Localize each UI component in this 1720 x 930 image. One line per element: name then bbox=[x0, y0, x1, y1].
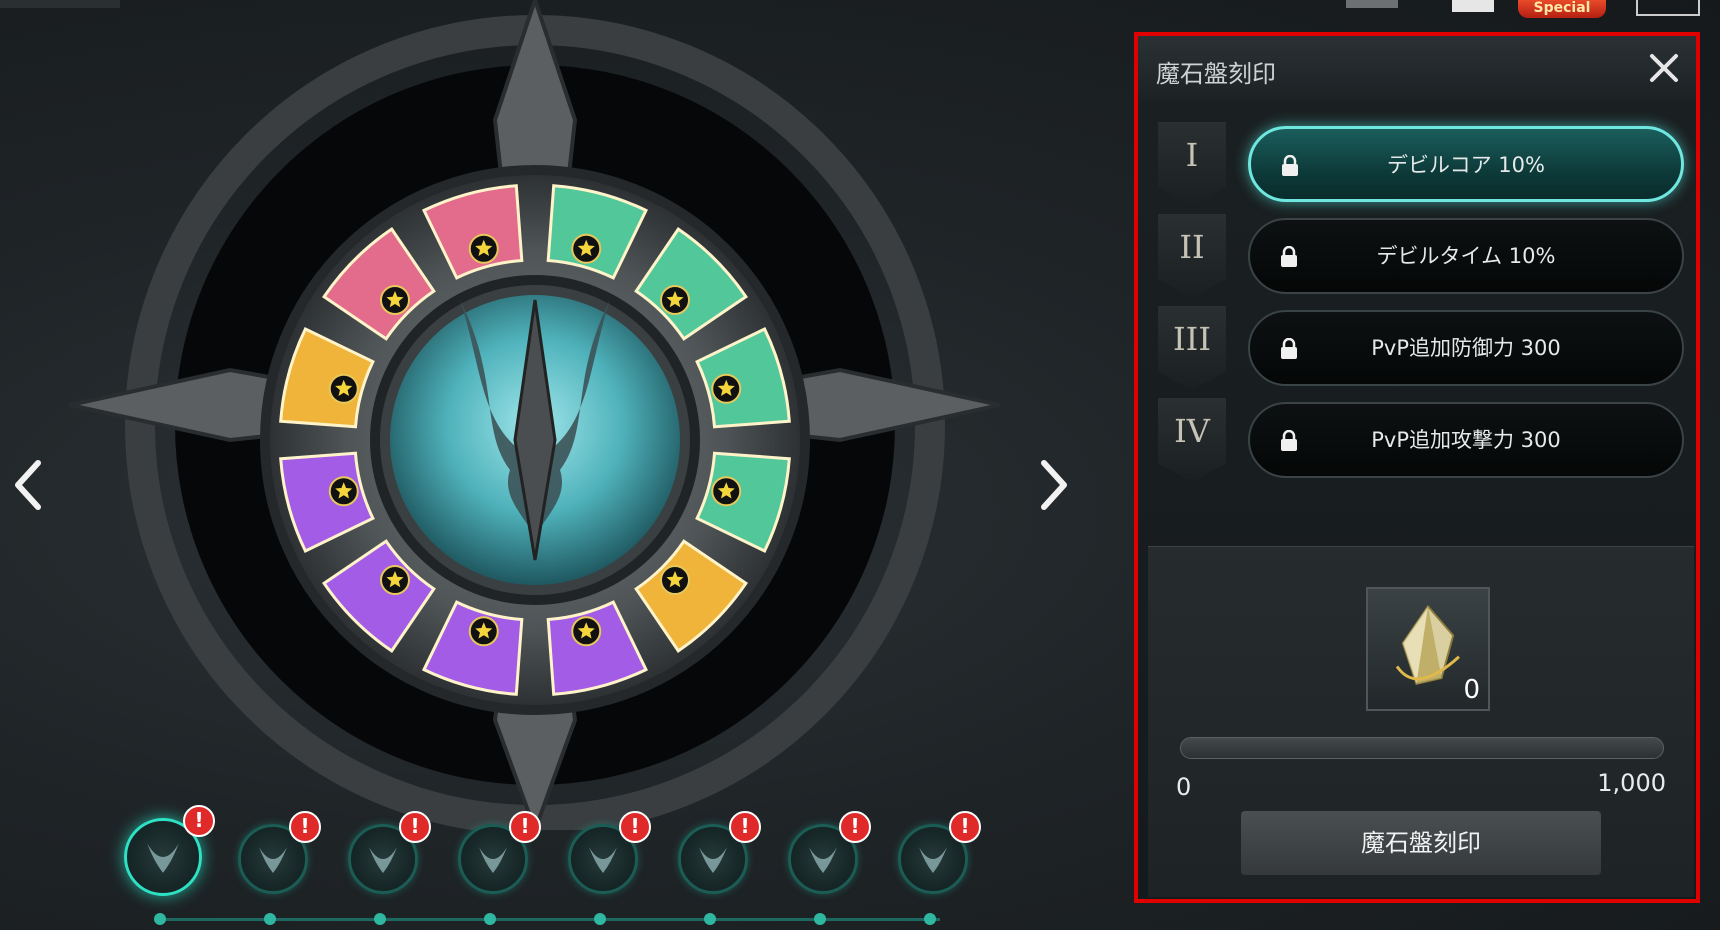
numeral-badge: I bbox=[1158, 122, 1226, 206]
spirit-button[interactable]: ! bbox=[458, 811, 541, 894]
quantity-slider[interactable] bbox=[1180, 737, 1664, 759]
chevron-right-icon bbox=[1041, 460, 1067, 510]
slider-max-label: 1,000 bbox=[1597, 769, 1666, 797]
numeral-label: III bbox=[1173, 320, 1211, 358]
engraving-label: デビルコア 10% bbox=[1387, 153, 1545, 177]
spirit-button[interactable]: ! bbox=[238, 811, 321, 894]
spirit-button[interactable]: ! bbox=[568, 811, 651, 894]
engraving-row-3[interactable]: III PvP追加防御力 300 bbox=[1148, 300, 1696, 396]
spirit-button[interactable]: ! bbox=[678, 811, 761, 894]
chevron-left-icon bbox=[15, 460, 41, 510]
track-dot bbox=[814, 913, 826, 925]
alert-badge: ! bbox=[619, 811, 651, 843]
material-slot[interactable]: 0 bbox=[1366, 587, 1490, 711]
alert-badge: ! bbox=[399, 811, 431, 843]
spirit-button[interactable]: ! bbox=[788, 811, 871, 894]
engraving-option-2[interactable]: デビルタイム 10% bbox=[1248, 218, 1684, 294]
special-badge[interactable]: Special bbox=[1518, 0, 1606, 18]
numeral-badge: III bbox=[1158, 306, 1226, 390]
track-dot bbox=[374, 913, 386, 925]
track-dot bbox=[594, 913, 606, 925]
next-arrow-button[interactable] bbox=[1034, 455, 1074, 515]
engraving-label: デビルタイム 10% bbox=[1376, 244, 1556, 268]
engraving-panel: 魔石盤刻印 I デビルコア 10% II デビルタイム 10% III PvP追… bbox=[1134, 32, 1700, 903]
track-dot bbox=[264, 913, 276, 925]
engraving-row-1[interactable]: I デビルコア 10% bbox=[1148, 116, 1696, 212]
engraving-row-4[interactable]: IV PvP追加攻撃力 300 bbox=[1148, 392, 1696, 488]
magic-stone-wheel bbox=[69, 0, 1001, 830]
top-window-icon[interactable] bbox=[1636, 0, 1700, 16]
engraving-row-2[interactable]: II デビルタイム 10% bbox=[1148, 208, 1696, 304]
engraving-option-3[interactable]: PvP追加防御力 300 bbox=[1248, 310, 1684, 386]
alert-badge: ! bbox=[839, 811, 871, 843]
numeral-label: I bbox=[1185, 136, 1199, 174]
engrave-button[interactable]: 魔石盤刻印 bbox=[1241, 811, 1601, 875]
alert-badge: ! bbox=[729, 811, 761, 843]
top-chat-icon[interactable] bbox=[1452, 0, 1494, 12]
engraving-label: PvP追加防御力 300 bbox=[1371, 336, 1561, 360]
panel-title: 魔石盤刻印 bbox=[1156, 60, 1276, 88]
track-dot bbox=[924, 913, 936, 925]
spirit-button[interactable]: ! bbox=[124, 805, 215, 896]
top-menu-stub[interactable] bbox=[1346, 0, 1398, 8]
panel-header: 魔石盤刻印 bbox=[1138, 36, 1696, 102]
engraving-label: PvP追加攻撃力 300 bbox=[1371, 428, 1561, 452]
alert-badge: ! bbox=[509, 811, 541, 843]
material-section: 0 0 1,000 魔石盤刻印 bbox=[1148, 546, 1694, 897]
prev-arrow-button[interactable] bbox=[8, 455, 48, 515]
track-dot bbox=[154, 913, 166, 925]
material-count: 0 bbox=[1463, 675, 1480, 705]
numeral-badge: II bbox=[1158, 214, 1226, 298]
close-icon bbox=[1650, 54, 1678, 82]
close-button[interactable] bbox=[1644, 48, 1684, 88]
alert-badge: ! bbox=[949, 811, 981, 843]
alert-badge: ! bbox=[289, 811, 321, 843]
engraving-option-4[interactable]: PvP追加攻撃力 300 bbox=[1248, 402, 1684, 478]
track-dot bbox=[484, 913, 496, 925]
engraving-option-1[interactable]: デビルコア 10% bbox=[1248, 126, 1684, 202]
numeral-badge: IV bbox=[1158, 398, 1226, 482]
spirit-button[interactable]: ! bbox=[348, 811, 431, 894]
alert-badge: ! bbox=[183, 805, 215, 837]
track-dot bbox=[704, 913, 716, 925]
numeral-label: IV bbox=[1174, 412, 1210, 450]
numeral-label: II bbox=[1179, 228, 1205, 266]
slider-min-label: 0 bbox=[1176, 773, 1192, 801]
spirit-button[interactable]: ! bbox=[898, 811, 981, 894]
